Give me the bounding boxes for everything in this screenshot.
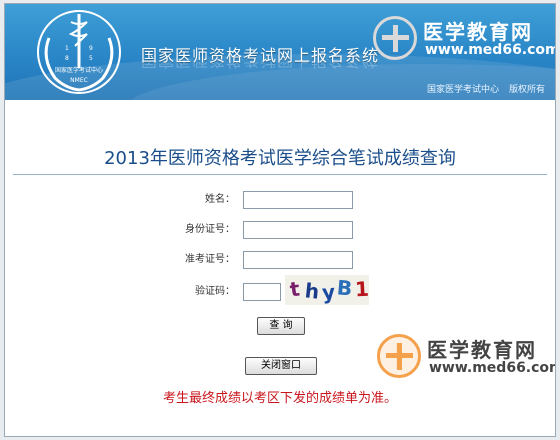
watermark-title: 医学教育网 <box>427 338 537 362</box>
watermark-bottom: 医学教育网 www.med66.com <box>377 334 556 382</box>
emblem-year-digit: 5 <box>89 55 93 62</box>
captcha-char: 1 <box>354 276 369 302</box>
query-button[interactable]: 查 询 <box>257 317 305 335</box>
site-header: 1 9 8 5 国家医学考试中心 NMEC 国家医师资格考试网上报名系统 国家医… <box>5 4 555 100</box>
copyright-owner: 国家医学考试中心 <box>426 85 499 95</box>
id-row: 身份证号： <box>5 221 555 241</box>
captcha-image[interactable]: t h y B 1 <box>285 275 369 305</box>
emblem-abbr: NMEC <box>70 77 88 84</box>
captcha-char: y <box>321 279 336 305</box>
captcha-row: 验证码： t h y B 1 <box>5 275 555 305</box>
watermark-logo-icon <box>377 334 421 378</box>
captcha-char: h <box>303 278 321 304</box>
captcha-char: B <box>335 275 354 301</box>
captcha-field[interactable] <box>243 283 281 301</box>
emblem-org-name: 国家医学考试中心 <box>55 66 103 74</box>
browser-window: 1 9 8 5 国家医学考试中心 NMEC 国家医师资格考试网上报名系统 国家医… <box>4 3 556 437</box>
nmec-emblem-icon: 1 9 8 5 国家医学考试中心 NMEC <box>37 10 121 94</box>
score-notice: 考生最终成绩以考区下发的成绩单为准。 <box>162 391 397 406</box>
emblem-year-digit: 1 <box>65 45 69 52</box>
name-field[interactable] <box>243 191 353 209</box>
watermark-url: www.med66.com <box>429 360 556 376</box>
name-label: 姓名： <box>205 194 235 205</box>
emblem-year-digit: 8 <box>65 55 69 62</box>
id-number-label: 身份证号： <box>185 224 235 235</box>
page-title: 2013年医师资格考试医学综合笔试成绩查询 <box>104 148 456 169</box>
emblem-year-digit: 9 <box>89 45 93 52</box>
captcha-label: 验证码： <box>195 286 235 297</box>
divider <box>13 174 547 175</box>
copyright-rights: 版权所有 <box>508 85 545 95</box>
captcha-char: t <box>288 276 302 302</box>
ticket-row: 准考证号： <box>5 251 555 271</box>
name-row: 姓名： <box>5 191 555 211</box>
watermark-top: 医学教育网 www.med66.com <box>373 16 555 64</box>
id-number-field[interactable] <box>243 221 353 239</box>
close-window-button[interactable]: 关闭窗口 <box>245 357 317 375</box>
watermark-logo-icon <box>373 16 417 60</box>
ticket-number-field[interactable] <box>243 251 353 269</box>
ticket-number-label: 准考证号： <box>185 254 235 265</box>
watermark-url: www.med66.com <box>425 42 555 58</box>
watermark-title: 医学教育网 <box>423 20 533 44</box>
site-title-reflection: 国家医师资格考试网上报名系统 <box>141 62 379 74</box>
copyright: 国家医学考试中心 版权所有 <box>417 82 545 95</box>
